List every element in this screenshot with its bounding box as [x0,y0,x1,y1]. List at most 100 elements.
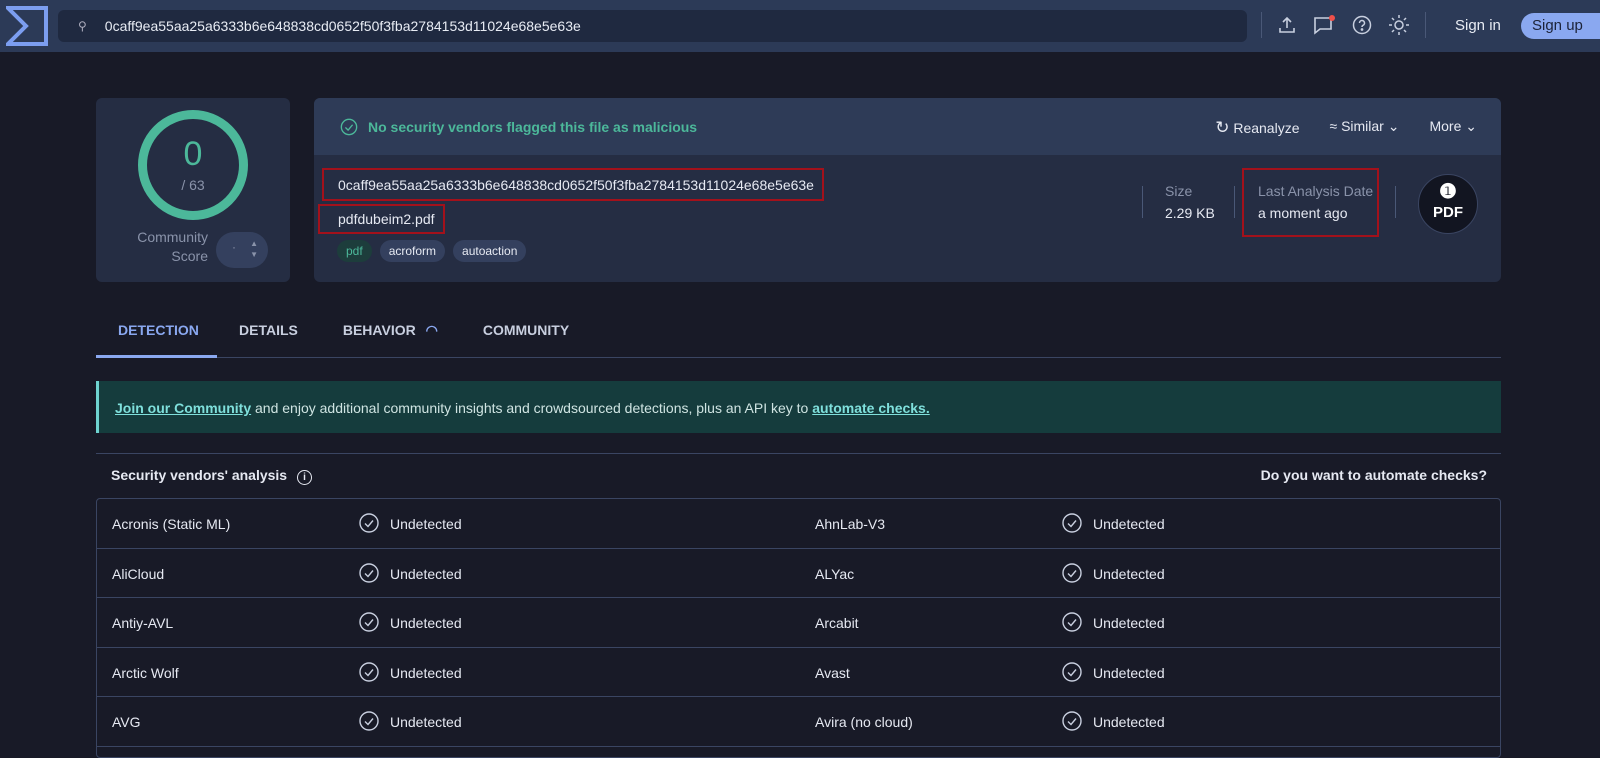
more-button[interactable]: More ⌄ [1429,118,1477,138]
divider [1261,12,1262,38]
divider [1395,186,1396,218]
automate-checks-link[interactable]: automate checks. [812,400,930,416]
chevron-down-icon: ⌄ [1465,118,1477,134]
virustotal-logo-icon[interactable] [6,6,48,46]
pdf-file-type-icon: ❶ PDF [1418,174,1478,234]
help-icon[interactable] [1351,14,1373,36]
tab-details[interactable]: DETAILS [217,310,321,358]
join-community-link[interactable]: Join our Community [115,400,251,416]
status-text: No security vendors flagged this file as… [368,118,698,135]
vendor-name: ALYac [815,565,855,582]
community-score-vote[interactable]: · ▲ ▼ [216,232,268,268]
divider [1142,186,1143,218]
check-circle-icon [359,612,379,632]
file-summary-card: No security vendors flagged this file as… [314,98,1501,282]
automate-checks-cta[interactable]: Do you want to automate checks? [1261,467,1487,483]
vendor-name: Avast [815,664,850,681]
last-analysis-label: Last Analysis Date [1258,183,1374,199]
check-circle-icon [1062,662,1082,682]
tab-bar: DETECTION DETAILS BEHAVIOR ◠ COMMUNITY [96,310,1501,358]
check-circle-icon [1062,513,1082,533]
table-row: Antiy-AVL Undetected Arcabit Undetected [97,598,1500,648]
file-type-label: PDF [1433,204,1463,221]
check-circle-icon [1062,562,1082,583]
reanalyze-icon: ↻ [1215,118,1230,137]
community-label-line2: Score [171,248,208,264]
vendor-status: Undetected [390,664,462,681]
size-value: 2.29 KB [1165,205,1215,221]
size-label: Size [1165,183,1193,199]
tab-behavior-label: BEHAVIOR [342,322,416,338]
tag[interactable]: acroform [379,240,446,262]
check-circle-icon [359,562,379,583]
table-row: Arctic Wolf Undetected Avast Undetected [97,648,1500,698]
sign-up-button[interactable]: Sign up [1521,13,1600,39]
vendor-status: Undetected [390,516,462,532]
vendors-section-header: Security vendors' analysis i Do you want… [96,453,1501,492]
section-title-text: Security vendors' analysis [111,467,288,483]
similar-label: Similar [1341,118,1384,134]
last-analysis-info: Last Analysis Date a moment ago [1258,183,1373,221]
top-bar: ⚲ Sign in Sign up [0,0,1600,52]
tab-behavior[interactable]: BEHAVIOR ◠ [321,310,461,358]
banner-text: and enjoy additional community insights … [251,400,813,416]
vendor-status: Undetected [1093,516,1165,532]
file-name: pdfdubeim2.pdf [318,204,445,234]
check-circle-icon [1062,612,1082,632]
vendor-name: Antiy-AVL [112,615,174,632]
vendor-status: Undetected [390,714,462,731]
sign-in-link[interactable]: Sign in [1455,17,1501,34]
table-row: AliCloud Undetected ALYac Undetected [97,549,1500,599]
file-hash[interactable]: 0caff9ea55aa25a6333b6e648838cd0652f50f3f… [322,168,824,201]
vendor-name: Avira (no cloud) [815,714,913,731]
vendor-status: Undetected [390,615,462,632]
divider [1425,12,1426,38]
info-icon[interactable]: i [296,470,312,485]
vendor-status: Undetected [1093,615,1165,632]
more-label: More [1429,118,1462,134]
chevron-down-icon: ⌄ [1387,118,1400,134]
size-info: Size 2.29 KB [1165,183,1215,221]
vendors-table: Acronis (Static ML) Undetected AhnLab-V3… [96,498,1501,758]
detection-score-card: 0 / 63 Community Score · ▲ ▼ [96,98,290,282]
search-bar[interactable]: ⚲ [58,10,1247,42]
reanalyze-label: Reanalyze [1233,120,1300,136]
section-title: Security vendors' analysis i [111,467,312,485]
vendor-status: Undetected [1093,565,1165,582]
tab-detection[interactable]: DETECTION [96,310,217,358]
check-circle-icon [359,513,379,533]
vendor-name: AliCloud [112,565,165,582]
divider [1234,186,1235,218]
detection-total: / 63 [181,177,205,193]
table-row: Acronis (Static ML) Undetected AhnLab-V3… [97,499,1500,549]
loading-spinner-icon: ◠ [425,322,438,338]
vendor-name: Arcabit [815,615,859,632]
detection-count: 0 [183,135,203,173]
search-input[interactable] [104,18,1105,34]
vendor-name: AVG [112,714,141,731]
theme-toggle-icon[interactable] [1388,14,1410,36]
community-score-value: · [232,240,236,254]
similar-icon: ≈ [1329,118,1338,134]
notifications-icon[interactable] [1313,14,1335,36]
detection-ring: 0 / 63 [138,110,248,220]
vendor-status: Undetected [390,565,462,582]
similar-button[interactable]: ≈ Similar ⌄ [1329,118,1399,138]
check-circle-icon [359,711,379,732]
tag[interactable]: pdf [337,240,372,262]
table-row: AVG Undetected Avira (no cloud) Undetect… [97,697,1500,747]
community-score-label: Community Score [137,228,208,266]
reanalyze-button[interactable]: ↻ Reanalyze [1215,118,1299,138]
tag[interactable]: autoaction [453,240,527,262]
check-circle-icon [359,662,379,682]
vendor-status: Undetected [1093,664,1165,681]
vendor-name: AhnLab-V3 [815,516,886,532]
last-analysis-value: a moment ago [1258,205,1348,221]
tag-list: pdf acroform autoaction [337,240,527,262]
upload-icon[interactable] [1276,14,1298,36]
community-label-line1: Community [137,229,208,245]
vendor-name: Arctic Wolf [112,664,179,681]
check-circle-icon [1062,711,1082,732]
check-circle-icon [340,118,358,135]
tab-community[interactable]: COMMUNITY [461,310,592,358]
